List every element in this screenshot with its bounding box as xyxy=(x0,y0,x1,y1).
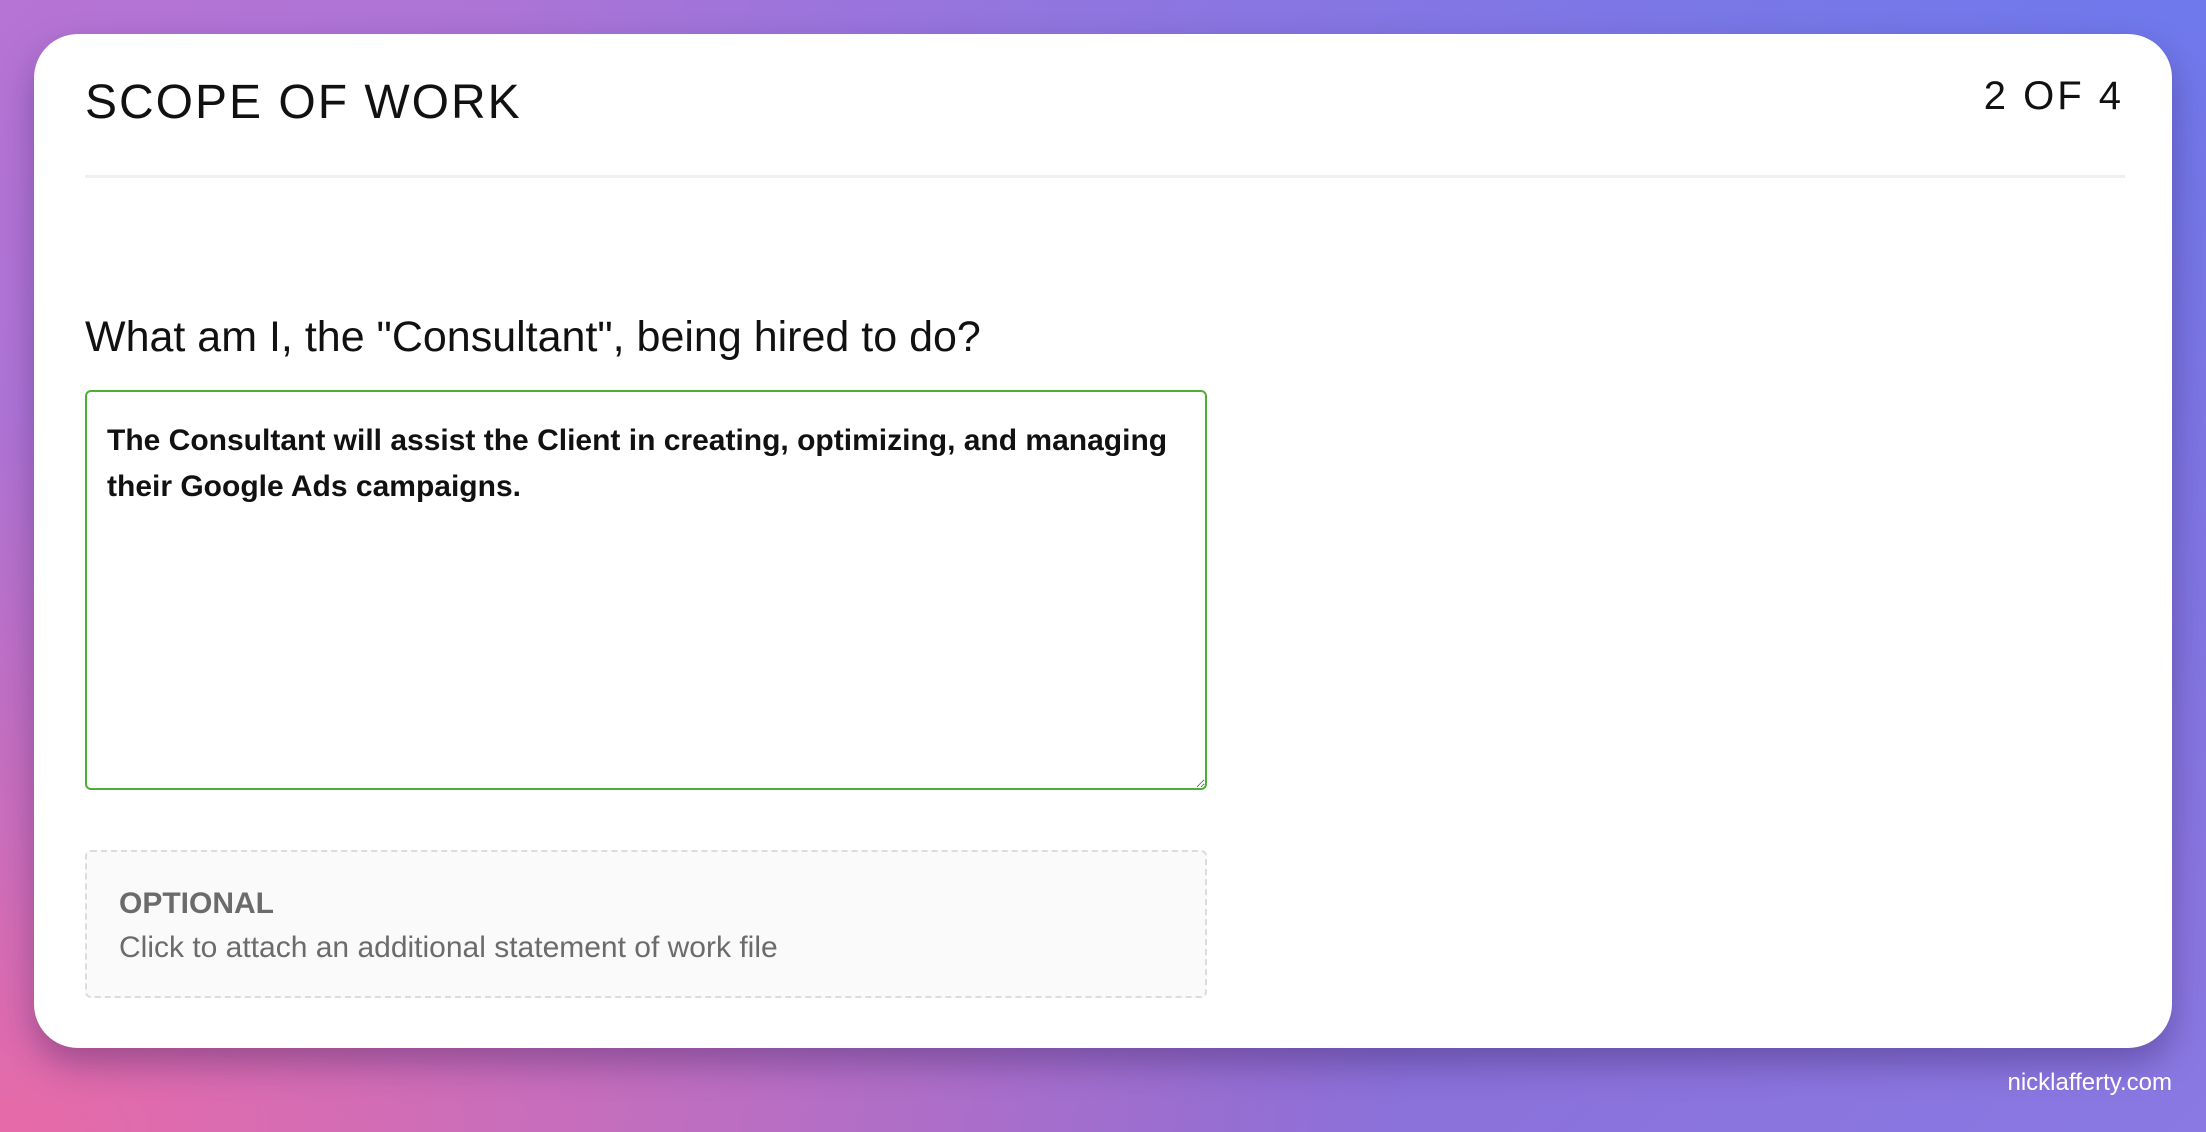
header-divider xyxy=(85,175,2125,178)
attach-file-dropzone[interactable]: OPTIONAL Click to attach an additional s… xyxy=(85,850,1207,998)
attach-instruction: Click to attach an additional statement … xyxy=(119,931,778,964)
step-indicator: 2 OF 4 xyxy=(1983,74,2124,118)
site-watermark: nicklafferty.com xyxy=(2007,1069,2173,1097)
optional-label: OPTIONAL xyxy=(119,887,274,920)
scope-answer-textarea[interactable]: The Consultant will assist the Client in… xyxy=(85,390,1207,790)
form-card: SCOPE OF WORK 2 OF 4 What am I, the "Con… xyxy=(34,34,2172,1048)
question-label: What am I, the "Consultant", being hired… xyxy=(85,313,981,361)
page-title: SCOPE OF WORK xyxy=(85,76,522,129)
